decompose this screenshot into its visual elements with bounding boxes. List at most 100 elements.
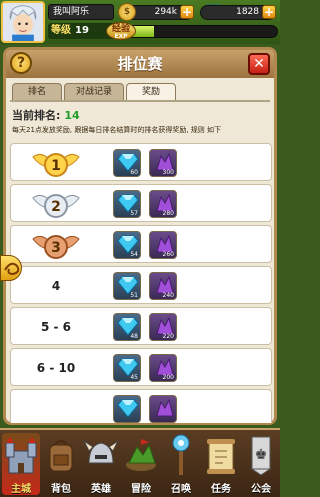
nav-guild-banner[interactable]: ♚ 公会	[242, 433, 280, 495]
reward-row: 6 - 10 45 200	[10, 348, 272, 386]
gem-reward-slot[interactable]	[113, 395, 141, 423]
reward-rank-text: 5 - 6	[40, 320, 72, 334]
crystal-reward-slot[interactable]: 280	[149, 190, 177, 218]
bronze-rank-badge-icon: 3	[32, 235, 80, 259]
reward-row: 2 57 280	[10, 184, 272, 222]
nav-label: 召唤	[171, 484, 191, 495]
crystal-icon	[156, 398, 174, 417]
help-button[interactable]: ?	[10, 52, 32, 74]
reward-rank-cell: 1	[11, 144, 101, 182]
tab-divider	[10, 100, 270, 102]
nav-summon-staff[interactable]: 召唤	[162, 433, 200, 495]
gem-quantity: 48	[130, 333, 138, 340]
tab-rewards[interactable]: 奖励	[126, 83, 176, 101]
crystal-quantity: 240	[162, 292, 174, 299]
backpack-icon	[49, 440, 73, 472]
crystal-quantity: 300	[162, 169, 174, 176]
gem-amount: 1828	[236, 7, 259, 17]
crystal-reward-slot[interactable]	[149, 395, 177, 423]
summon-staff-icon	[172, 434, 190, 475]
reward-rank-cell: 4	[11, 267, 101, 305]
silver-rank-badge-icon: 2	[32, 194, 80, 218]
gem-reward-slot[interactable]: 48	[113, 313, 141, 341]
reward-row	[10, 389, 272, 423]
reward-rank-cell	[11, 390, 101, 423]
crystal-reward-slot[interactable]: 220	[149, 313, 177, 341]
level-label: 等级	[51, 25, 71, 36]
coin-amount: 294k	[154, 7, 177, 17]
reward-row: 3 54 260	[10, 225, 272, 263]
gem-reward-slot[interactable]: 45	[113, 354, 141, 382]
gem-quantity: 51	[130, 292, 138, 299]
gem-quantity: 57	[130, 210, 138, 217]
nav-label: 任务	[211, 484, 231, 495]
nav-adventure-island[interactable]: 冒险	[122, 433, 160, 495]
reward-rank-text: 4	[51, 279, 61, 293]
reward-row: 1 60 300	[10, 143, 272, 181]
castle-icon	[5, 437, 37, 474]
crystal-quantity: 260	[162, 251, 174, 258]
gem-quantity: 45	[130, 374, 138, 381]
badge-rank-number: 3	[51, 240, 61, 256]
nav-label: 英雄	[91, 484, 111, 495]
gem-quantity: 60	[130, 169, 138, 176]
hero-helmet-icon	[83, 439, 119, 464]
current-rank: 当前排名: 14	[12, 107, 80, 123]
nav-hero-helmet[interactable]: 英雄	[82, 433, 120, 495]
nav-quest-scroll[interactable]: 任务	[202, 433, 240, 495]
panel-header: 排位赛 ? ✕	[6, 50, 274, 78]
nav-backpack[interactable]: 背包	[42, 433, 80, 495]
crystal-reward-slot[interactable]: 300	[149, 149, 177, 177]
panel-title: 排位赛	[117, 55, 163, 73]
close-button[interactable]: ✕	[248, 53, 270, 75]
crystal-quantity: 220	[162, 333, 174, 340]
gem-reward-slot[interactable]: 51	[113, 272, 141, 300]
reward-rank-cell: 3	[11, 226, 101, 264]
gem-quantity: 54	[130, 251, 138, 258]
nav-castle[interactable]: 主城	[2, 433, 40, 495]
level-value: 19	[75, 25, 89, 36]
nav-label: 冒险	[131, 484, 151, 495]
player-name: 我叫阿乐	[48, 4, 114, 20]
exp-sub-label: EXP	[114, 33, 128, 40]
current-rank-label: 当前排名:	[12, 109, 61, 122]
nav-label: 主城	[11, 484, 31, 495]
reward-row: 5 - 6 48 220	[10, 307, 272, 345]
crystal-quantity: 280	[162, 210, 174, 217]
crystal-reward-slot[interactable]: 240	[149, 272, 177, 300]
quest-scroll-icon	[207, 439, 235, 474]
player-avatar[interactable]	[1, 1, 45, 43]
coin-icon: $	[118, 3, 136, 21]
avatar-portrait-icon	[3, 3, 43, 41]
gem-reward-slot[interactable]: 54	[113, 231, 141, 259]
crystal-quantity: 200	[162, 374, 174, 381]
tab-ranking[interactable]: 排名	[12, 83, 62, 100]
gem-reward-slot[interactable]: 57	[113, 190, 141, 218]
side-shortcut-button[interactable]	[0, 255, 22, 281]
reward-rank-cell: 2	[11, 185, 101, 223]
add-coins-button[interactable]: +	[180, 5, 194, 19]
reward-rank-text: 6 - 10	[36, 361, 76, 375]
top-status-bar: 我叫阿乐 等级 19 294k $ + 1828 + 经验 EXP	[0, 0, 280, 44]
bottom-navigation: 主城 背包 英雄 冒险 召唤 任务 ♚ 公会	[0, 428, 280, 497]
gem-reward-slot[interactable]: 60	[113, 149, 141, 177]
badge-rank-number: 1	[51, 158, 61, 174]
tab-battle-record[interactable]: 对战记录	[64, 83, 124, 100]
diamond-icon	[117, 399, 139, 418]
adventure-island-icon	[126, 439, 156, 471]
crystal-reward-slot[interactable]: 200	[149, 354, 177, 382]
ranking-panel: 排位赛 ? ✕ 排名 对战记录 奖励 当前排名: 14 每天21点发放奖励, 跟据…	[3, 47, 277, 425]
add-gems-button[interactable]: +	[262, 5, 276, 19]
swirl-icon	[4, 262, 20, 276]
guild-banner-icon: ♚	[250, 436, 272, 476]
svg-text:♚: ♚	[255, 447, 268, 463]
reward-list[interactable]: 1 60 300 2 57 280 3 54 260 4 51 240 5 - 6 48 220 6 - 10…	[10, 143, 272, 423]
current-rank-value: 14	[64, 109, 80, 122]
exp-badge: 经验 EXP	[106, 22, 136, 40]
nav-label: 背包	[51, 484, 71, 495]
badge-rank-number: 2	[51, 199, 61, 215]
crystal-reward-slot[interactable]: 260	[149, 231, 177, 259]
exp-bar	[118, 25, 278, 38]
reward-description: 每天21点发放奖励, 跟据每日排名结算时的排名获得奖励, 规则 如下	[12, 126, 222, 134]
gold-rank-badge-icon: 1	[32, 153, 80, 177]
